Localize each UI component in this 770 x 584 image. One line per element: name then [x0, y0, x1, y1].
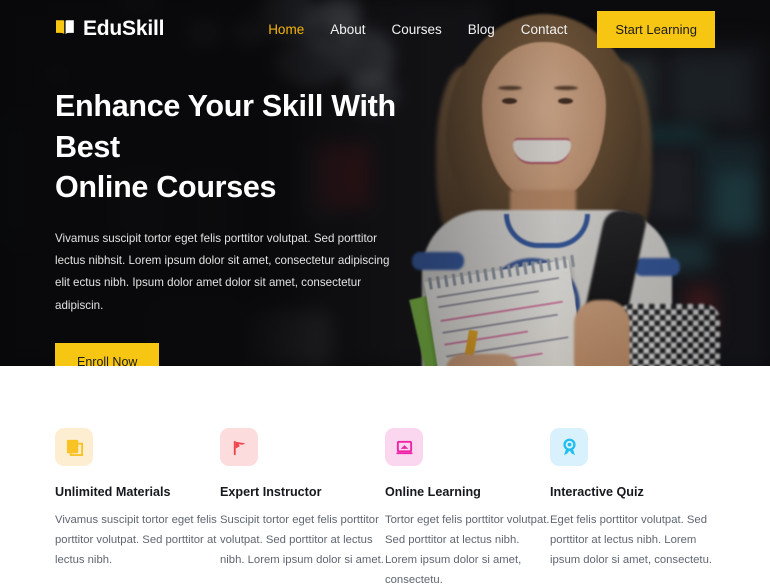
nav-links: Home About Courses Blog Contact [268, 22, 567, 37]
hero-title-line-2: Online Courses [55, 170, 277, 205]
feature-description: Vivamus suscipit tortor eget felis portt… [55, 514, 217, 567]
hero-description: Vivamus suscipit tortor eget felis portt… [55, 231, 390, 312]
brand-name: EduSkill [83, 17, 165, 40]
feature-title: Online Learning [385, 485, 481, 499]
feature-card-expert-instructor: Expert Instructor Suscipit tortor eget f… [220, 428, 385, 584]
feature-title: Expert Instructor [220, 485, 322, 499]
features-section: Unlimited Materials Vivamus suscipit tor… [0, 366, 770, 584]
brand-logo[interactable]: EduSkill [55, 17, 164, 41]
graduation-cap-flag-icon [220, 428, 258, 466]
feature-card-unlimited-materials: Unlimited Materials Vivamus suscipit tor… [55, 428, 220, 584]
hero-title: Enhance Your Skill With Best Online Cour… [55, 86, 455, 208]
main-navigation: EduSkill Home About Courses Blog Contact… [0, 0, 770, 58]
award-ribbon-icon [550, 428, 588, 466]
nav-link-contact[interactable]: Contact [521, 22, 568, 37]
hero-section: EduSkill Home About Courses Blog Contact… [0, 0, 770, 366]
feature-card-interactive-quiz: Interactive Quiz Eget felis porttitor vo… [550, 428, 715, 584]
nav-link-courses[interactable]: Courses [391, 22, 441, 37]
enroll-now-button[interactable]: Enroll Now [55, 343, 160, 366]
nav-link-blog[interactable]: Blog [468, 22, 495, 37]
feature-description: Suscipit tortor eget felis porttitor vol… [220, 514, 384, 567]
hero-content: Enhance Your Skill With Best Online Cour… [55, 86, 455, 366]
documents-icon [55, 428, 93, 466]
open-book-icon [55, 18, 75, 41]
nav-link-about[interactable]: About [330, 22, 365, 37]
feature-title: Unlimited Materials [55, 485, 171, 499]
laptop-icon [385, 428, 423, 466]
feature-description: Eget felis porttitor volutpat. Sed portt… [550, 514, 712, 567]
feature-title: Interactive Quiz [550, 485, 644, 499]
hero-title-line-1: Enhance Your Skill With Best [55, 89, 396, 164]
feature-description: Tortor eget felis porttitor volutpat. Se… [385, 514, 550, 584]
nav-link-home[interactable]: Home [268, 22, 304, 37]
start-learning-button[interactable]: Start Learning [597, 10, 715, 48]
feature-card-online-learning: Online Learning Tortor eget felis portti… [385, 428, 550, 584]
